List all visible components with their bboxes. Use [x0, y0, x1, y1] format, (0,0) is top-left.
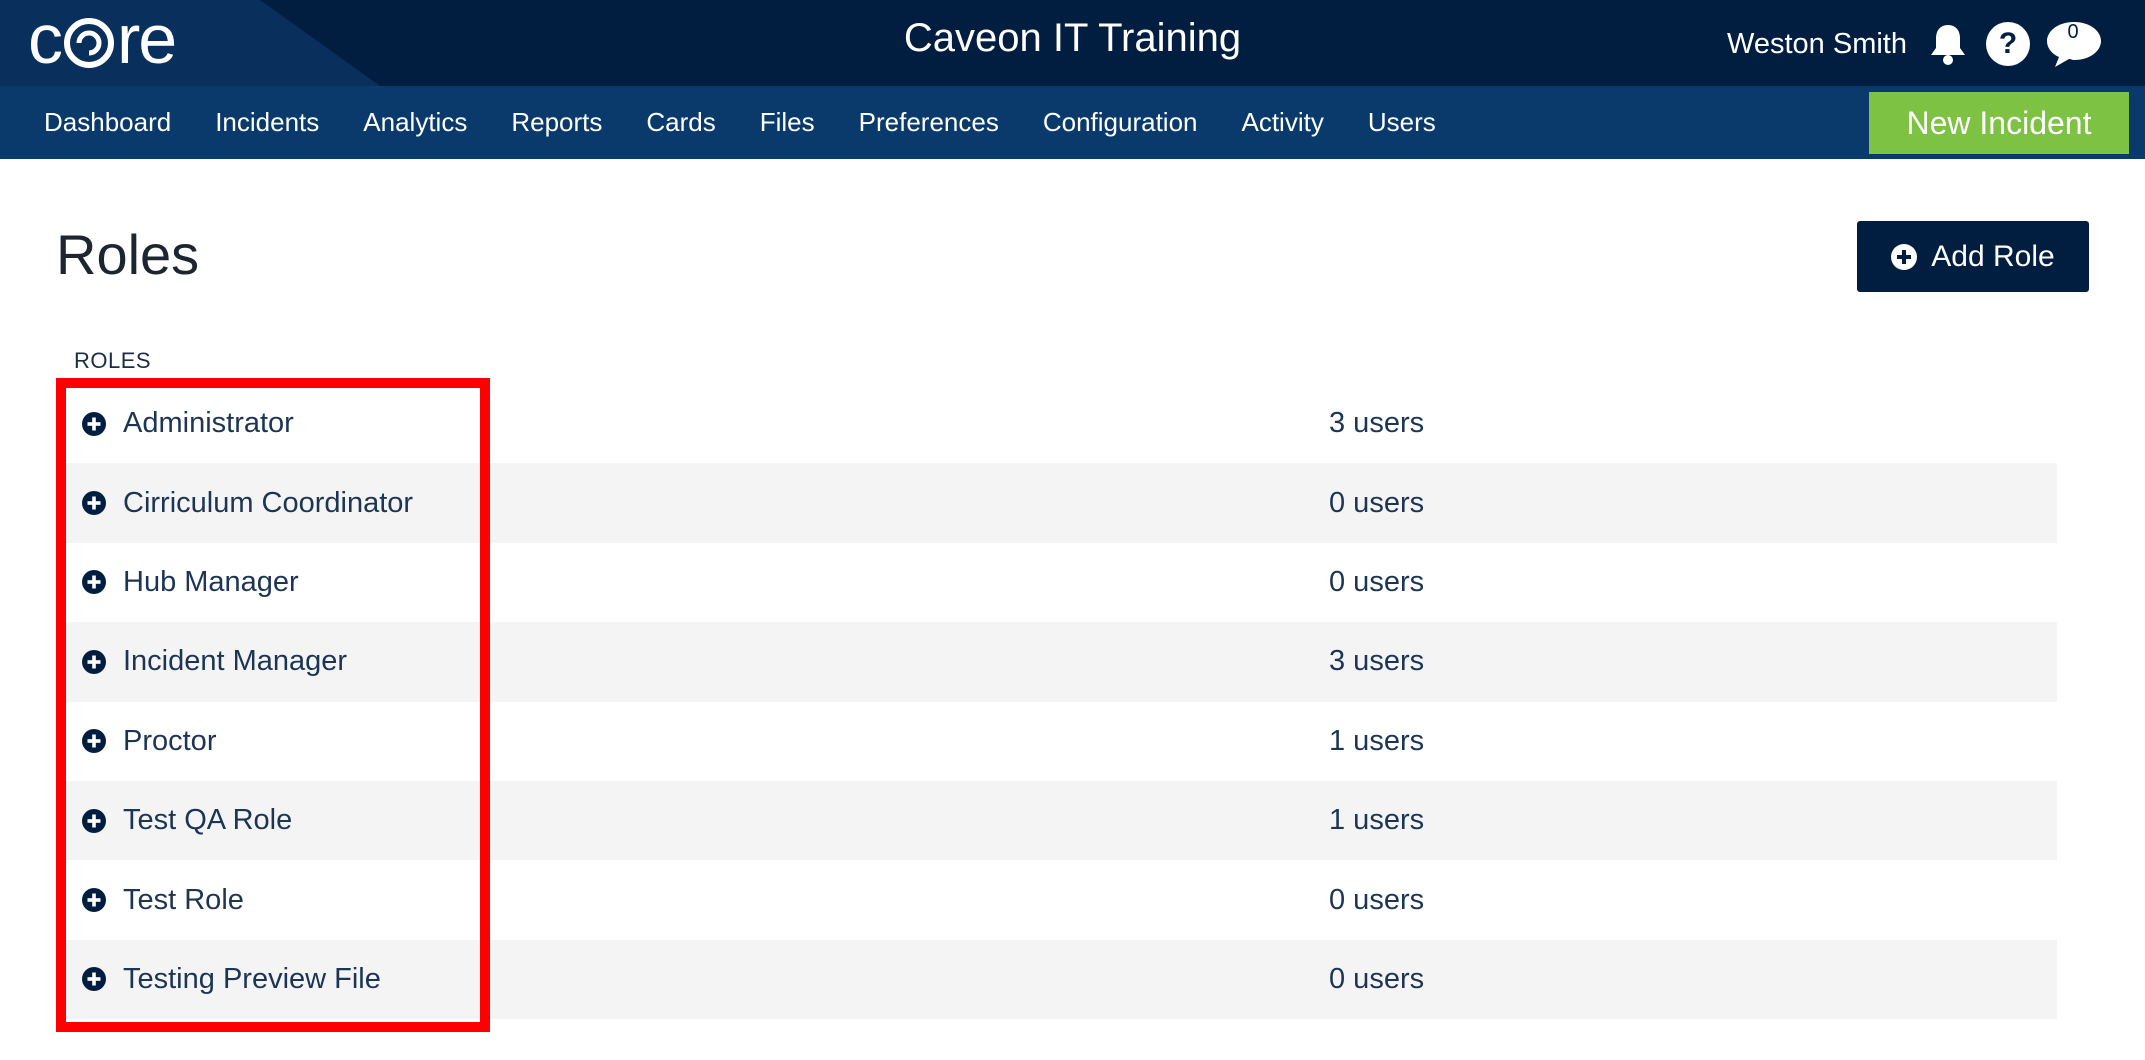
nav-items: Dashboard Incidents Analytics Reports Ca… — [22, 86, 1458, 159]
expand-plus-icon[interactable] — [82, 649, 106, 674]
nav-item-dashboard[interactable]: Dashboard — [22, 107, 193, 138]
role-name[interactable]: Test QA Role — [123, 804, 292, 837]
main-nav: Dashboard Incidents Analytics Reports Ca… — [0, 86, 2145, 159]
role-user-count: 0 users — [1329, 565, 1425, 598]
page-title: Roles — [56, 223, 200, 286]
role-user-count: 1 users — [1329, 804, 1425, 837]
plus-circle-icon — [1891, 243, 1918, 270]
new-incident-button[interactable]: New Incident — [1869, 92, 2129, 154]
chat-count: 0 — [2067, 21, 2079, 43]
expand-plus-icon[interactable] — [82, 411, 106, 436]
role-row[interactable]: Test QA Role 1 users — [58, 780, 2057, 861]
nav-item-preferences[interactable]: Preferences — [837, 107, 1021, 138]
role-user-count: 0 users — [1329, 962, 1425, 995]
logo-ring-icon — [64, 18, 114, 68]
nav-item-incidents[interactable]: Incidents — [193, 107, 341, 138]
role-row[interactable]: Incident Manager 3 users — [58, 622, 2057, 702]
role-row[interactable]: Proctor 1 users — [58, 702, 2057, 781]
top-header: c re Caveon IT Training Weston Smith ? 0 — [0, 0, 2145, 86]
role-name[interactable]: Proctor — [123, 725, 216, 758]
role-name[interactable]: Testing Preview File — [123, 963, 381, 996]
expand-plus-icon[interactable] — [82, 729, 106, 754]
help-label: ? — [1986, 22, 2030, 66]
user-name[interactable]: Weston Smith — [1727, 28, 1907, 61]
nav-item-configuration[interactable]: Configuration — [1021, 107, 1220, 138]
nav-item-cards[interactable]: Cards — [624, 107, 737, 138]
role-row[interactable]: Test Role 0 users — [58, 860, 2057, 939]
nav-item-files[interactable]: Files — [738, 107, 837, 138]
expand-plus-icon[interactable] — [82, 808, 106, 833]
nav-item-users[interactable]: Users — [1346, 107, 1458, 138]
bell-icon[interactable] — [1923, 19, 1973, 69]
add-role-button[interactable]: Add Role — [1857, 221, 2089, 292]
role-row[interactable]: Hub Manager 0 users — [58, 543, 2057, 622]
logo-text-left: c — [28, 0, 63, 78]
role-user-count: 1 users — [1329, 724, 1425, 757]
role-user-count: 3 users — [1329, 645, 1425, 678]
logo-text-right: re — [117, 0, 177, 78]
role-name[interactable]: Administrator — [123, 407, 294, 440]
expand-plus-icon[interactable] — [82, 570, 106, 595]
role-row[interactable]: Cirriculum Coordinator 0 users — [58, 463, 2057, 543]
roles-section-label: ROLES — [74, 348, 152, 373]
expand-plus-icon[interactable] — [82, 888, 106, 913]
core-logo[interactable]: c re — [28, 0, 177, 78]
role-user-count: 0 users — [1329, 486, 1425, 519]
question-circle-icon[interactable]: ? — [1983, 19, 2033, 69]
role-name[interactable]: Hub Manager — [123, 566, 299, 599]
add-role-label: Add Role — [1931, 239, 2055, 273]
role-name[interactable]: Test Role — [123, 884, 244, 917]
expand-plus-icon[interactable] — [82, 967, 106, 992]
role-user-count: 3 users — [1329, 407, 1425, 440]
nav-item-activity[interactable]: Activity — [1219, 107, 1345, 138]
roles-list: Administrator 3 users Cirriculum Coordin… — [58, 384, 2057, 1020]
role-user-count: 0 users — [1329, 883, 1425, 916]
nav-item-reports[interactable]: Reports — [489, 107, 624, 138]
role-name[interactable]: Cirriculum Coordinator — [123, 487, 413, 520]
expand-plus-icon[interactable] — [82, 491, 106, 516]
role-row[interactable]: Administrator 3 users — [58, 384, 2057, 463]
nav-item-analytics[interactable]: Analytics — [341, 107, 489, 138]
role-row[interactable]: Testing Preview File 0 users — [58, 939, 2057, 1020]
user-area: Weston Smith ? 0 — [1727, 18, 2105, 70]
chat-bubble-icon[interactable]: 0 — [2043, 19, 2105, 69]
role-name[interactable]: Incident Manager — [123, 645, 347, 678]
